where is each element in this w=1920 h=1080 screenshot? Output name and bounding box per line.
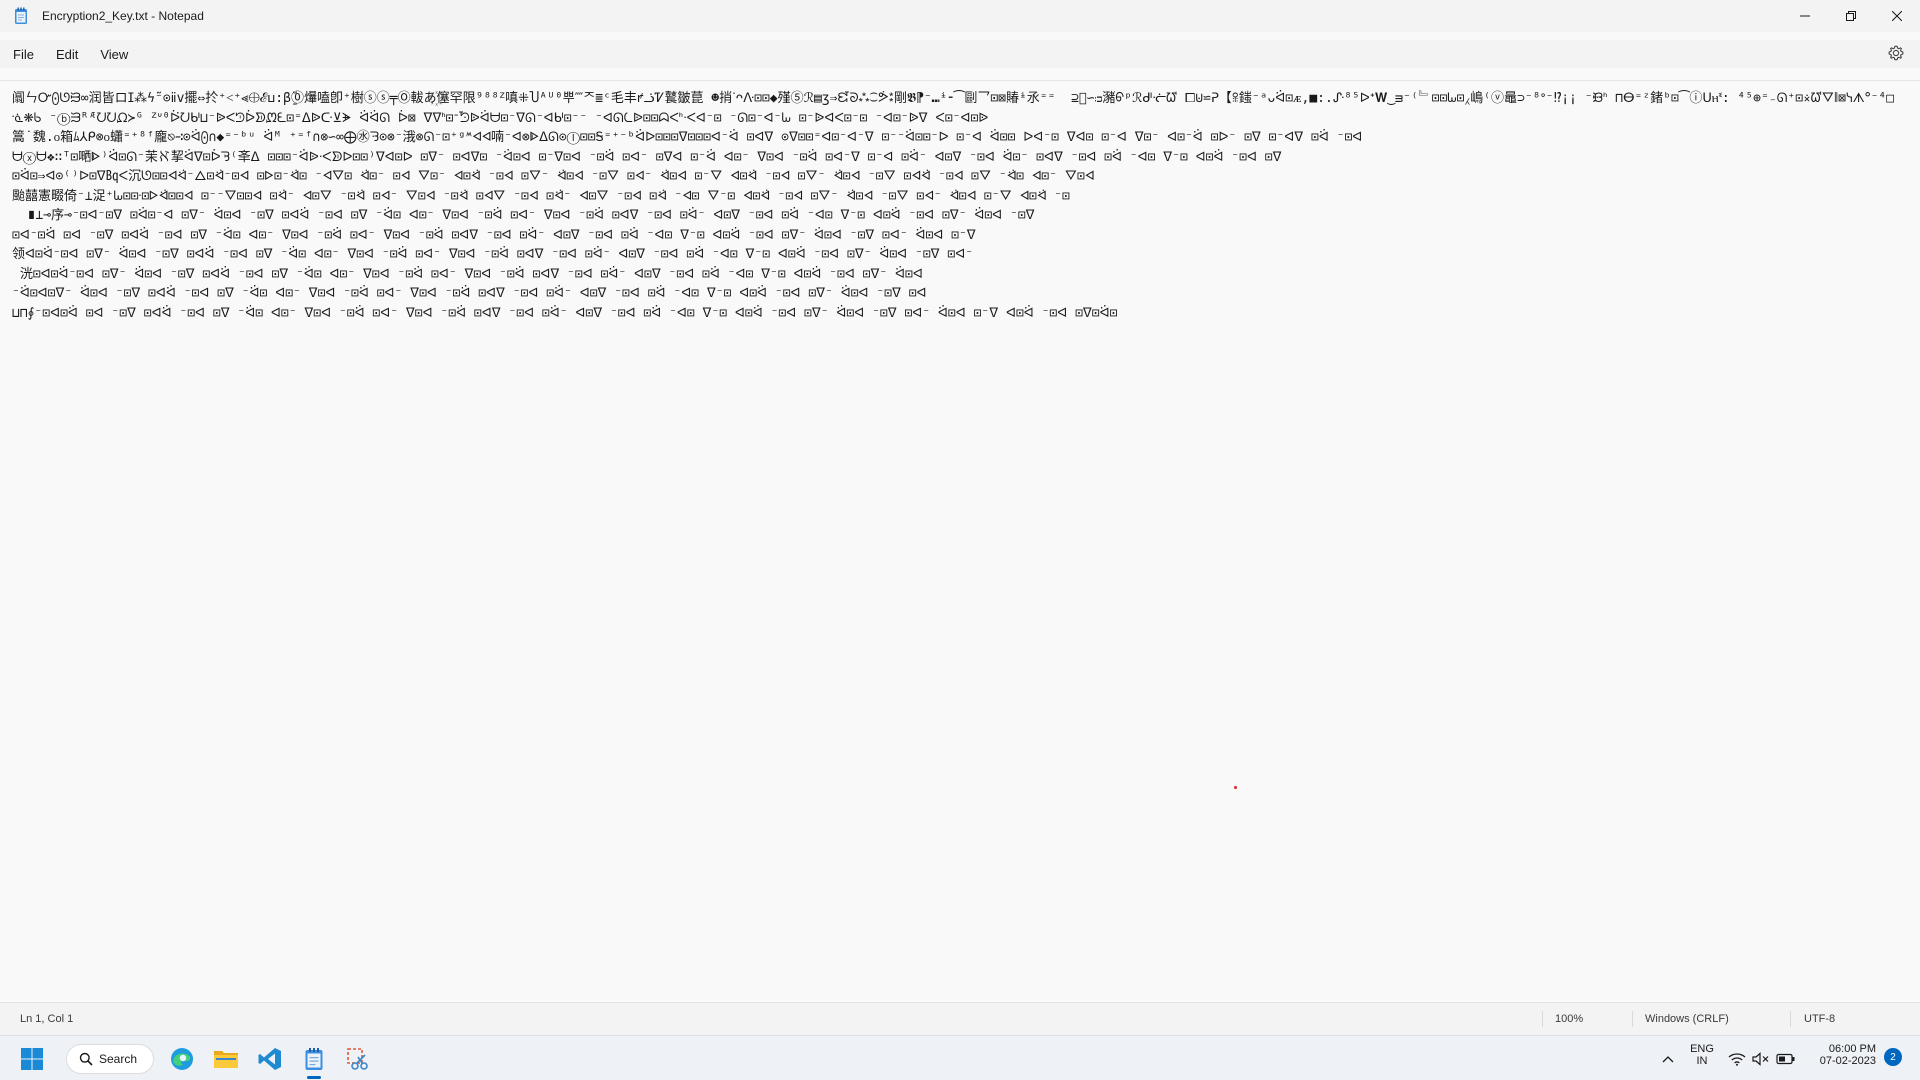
- show-hidden-icons-button[interactable]: [1654, 1043, 1682, 1075]
- encoding[interactable]: UTF-8: [1804, 1013, 1835, 1025]
- taskbar-notepad[interactable]: [298, 1043, 330, 1075]
- search-label: Search: [99, 1052, 138, 1066]
- settings-gear-icon[interactable]: [1886, 43, 1906, 63]
- menu-bar: File Edit View: [0, 40, 1920, 68]
- status-divider: [1542, 1011, 1543, 1027]
- clock-time: 06:00 PM: [1828, 1043, 1876, 1055]
- close-button[interactable]: [1874, 0, 1920, 32]
- status-bar: Ln 1, Col 1 100% Windows (CRLF) UTF-8: [0, 1002, 1920, 1035]
- battery-icon: [1776, 1053, 1795, 1065]
- menu-file[interactable]: File: [2, 40, 45, 68]
- zoom-level[interactable]: 100%: [1555, 1013, 1583, 1025]
- wifi-icon: [1728, 1053, 1746, 1066]
- status-divider: [1632, 1011, 1633, 1027]
- folder-icon: [214, 1051, 238, 1068]
- language-indicator[interactable]: ENG IN: [1682, 1043, 1722, 1067]
- text-editor-area[interactable]: 阘ㄣᏅ⨀ᘎᙣ∞润皆ロⵊ⁂ϟ̃⁻⊙ⅱ‍v擺⇔扵⁺˂⁺⪡⨁ℰⳙ꞉β̱̆⓪爗嗑卽⁺樹ⓢ…: [0, 81, 1920, 1001]
- snipping-tool-icon: [347, 1048, 368, 1070]
- notepad-icon: [305, 1048, 323, 1070]
- cursor-position: Ln 1, Col 1: [20, 1013, 74, 1025]
- close-icon: [1892, 11, 1902, 21]
- taskbar-file-explorer[interactable]: [210, 1043, 242, 1075]
- taskbar-search[interactable]: Search: [66, 1044, 154, 1074]
- notification-badge[interactable]: 2: [1884, 1048, 1902, 1066]
- taskbar-edge[interactable]: [166, 1043, 198, 1075]
- clock-date: 07-02-2023: [1819, 1055, 1876, 1067]
- windows-logo-icon: [21, 1048, 43, 1070]
- title-bar[interactable]: Encryption2_Key.txt - Notepad: [0, 0, 1920, 32]
- speaker-muted-icon: [1752, 1052, 1769, 1066]
- pointer-dot: [1234, 786, 1237, 789]
- active-app-indicator: [307, 1076, 321, 1079]
- vscode-icon: [258, 1048, 281, 1070]
- window-controls: [1782, 0, 1920, 32]
- minimize-button[interactable]: [1782, 0, 1828, 32]
- menu-view[interactable]: View: [89, 40, 139, 68]
- clock[interactable]: 06:00 PM 07-02-2023: [1806, 1043, 1876, 1067]
- edge-browser-icon: [171, 1048, 193, 1070]
- restore-icon: [1846, 11, 1856, 21]
- language-code: ENG: [1690, 1043, 1714, 1055]
- minimize-icon: [1800, 15, 1810, 17]
- menu-edit[interactable]: Edit: [45, 40, 89, 68]
- document-text[interactable]: 阘ㄣᏅ⨀ᘎᙣ∞润皆ロⵊ⁂ϟ̃⁻⊙ⅱ‍v擺⇔扵⁺˂⁺⪡⨁ℰⳙ꞉β̱̆⓪爗嗑卽⁺樹ⓢ…: [12, 89, 1902, 429]
- taskbar: Search ENG IN 06:00 PM 07-02-2023: [0, 1035, 1920, 1080]
- window-title: Encryption2_Key.txt - Notepad: [42, 9, 204, 23]
- start-button[interactable]: [16, 1043, 48, 1075]
- quick-settings-button[interactable]: [1724, 1043, 1800, 1075]
- language-region: IN: [1696, 1055, 1708, 1067]
- notepad-app-icon: [14, 7, 28, 25]
- line-ending[interactable]: Windows (CRLF): [1645, 1013, 1729, 1025]
- status-divider: [1790, 1011, 1791, 1027]
- taskbar-snipping-tool[interactable]: [342, 1043, 374, 1075]
- maximize-button[interactable]: [1828, 0, 1874, 32]
- search-icon: [79, 1052, 93, 1066]
- taskbar-vscode[interactable]: [254, 1043, 286, 1075]
- chevron-up-icon: [1662, 1056, 1674, 1063]
